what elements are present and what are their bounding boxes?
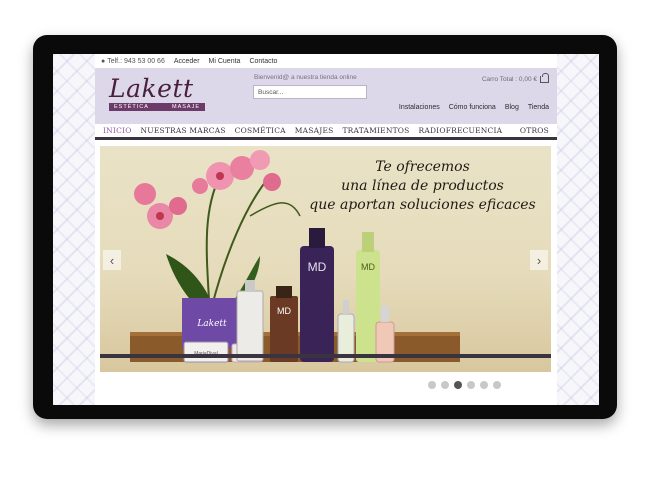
nav-item-otros[interactable]: OTROS bbox=[520, 126, 549, 135]
slider-next-button[interactable]: › bbox=[530, 250, 548, 270]
hero-slider: Lakett MariaDival MD MD MD bbox=[100, 146, 551, 372]
cart-summary[interactable]: Carro Total : 0,00 € bbox=[481, 73, 549, 83]
caption-line-1: Te ofrecemos bbox=[375, 159, 470, 175]
slide-caption: Te ofrecemos una línea de productos que … bbox=[300, 158, 545, 215]
nav-item-cosmetica[interactable]: COSMÉTICA bbox=[235, 126, 286, 135]
nav-item-radiofrecuencia[interactable]: RADIOFRECUENCIA bbox=[419, 126, 503, 135]
caption-line-2: una línea de productos bbox=[341, 178, 504, 194]
bottle-md-label-2: MD bbox=[308, 260, 327, 274]
site-header: Lakett ESTÉTICA MASAJE Bienvenid@ a nues… bbox=[95, 68, 557, 124]
nav-item-marcas[interactable]: NUESTRAS MARCAS bbox=[141, 126, 226, 135]
chevron-left-icon: ‹ bbox=[109, 252, 115, 268]
slider-dot[interactable] bbox=[454, 381, 462, 389]
link-como-funciona[interactable]: Cómo funciona bbox=[449, 104, 496, 111]
nav-item-inicio[interactable]: INICIO bbox=[103, 126, 132, 135]
background-pattern-right bbox=[557, 54, 599, 405]
cart-total: Carro Total : 0,00 € bbox=[481, 76, 537, 83]
slider-dot[interactable] bbox=[480, 381, 488, 389]
top-bar: ● Telf.: 943 53 00 66 Acceder Mi Cuenta … bbox=[95, 54, 557, 68]
slider-dots bbox=[428, 381, 501, 389]
link-instalaciones[interactable]: Instalaciones bbox=[399, 104, 440, 111]
slider-dot[interactable] bbox=[441, 381, 449, 389]
slider-bottom-bar bbox=[100, 354, 551, 358]
nav-item-tratamientos[interactable]: TRATAMIENTOS bbox=[342, 126, 409, 135]
slider-dot[interactable] bbox=[428, 381, 436, 389]
slider-dot[interactable] bbox=[467, 381, 475, 389]
logo-title: Lakett bbox=[109, 74, 194, 103]
basket-icon bbox=[540, 73, 549, 83]
phone-info: ● Telf.: 943 53 00 66 bbox=[101, 58, 165, 65]
phone-text: Telf.: 943 53 00 66 bbox=[107, 57, 165, 65]
logo-sub-left: ESTÉTICA bbox=[114, 104, 149, 110]
logo-sub-right: MASAJE bbox=[171, 104, 200, 110]
my-account-link[interactable]: Mi Cuenta bbox=[209, 58, 241, 65]
login-link[interactable]: Acceder bbox=[174, 58, 200, 65]
box-label: Lakett bbox=[196, 319, 227, 329]
header-links: Instalaciones Cómo funciona Blog Tienda bbox=[399, 104, 549, 111]
slider-prev-button[interactable]: ‹ bbox=[103, 250, 121, 270]
logo-subtitle: ESTÉTICA MASAJE bbox=[109, 103, 205, 111]
bottle-md-label-3: MD bbox=[361, 262, 375, 272]
link-blog[interactable]: Blog bbox=[505, 104, 519, 111]
github-icon: ● bbox=[101, 57, 106, 65]
logo[interactable]: Lakett ESTÉTICA MASAJE bbox=[109, 76, 207, 111]
browser-screen: ● Telf.: 943 53 00 66 Acceder Mi Cuenta … bbox=[53, 54, 599, 405]
page: ● Telf.: 943 53 00 66 Acceder Mi Cuenta … bbox=[95, 54, 557, 405]
main-nav: INICIO NUESTRAS MARCAS COSMÉTICA MASAJES… bbox=[95, 124, 557, 140]
search-input[interactable] bbox=[253, 85, 367, 99]
bottle-md-label-1: MD bbox=[277, 306, 291, 316]
welcome-text: Bienvenid@ a nuestra tienda online bbox=[254, 74, 357, 81]
link-tienda[interactable]: Tienda bbox=[528, 104, 549, 111]
background-pattern-left bbox=[53, 54, 95, 405]
slider-dot[interactable] bbox=[493, 381, 501, 389]
nav-item-masajes[interactable]: MASAJES bbox=[295, 126, 334, 135]
chevron-right-icon: › bbox=[536, 252, 542, 268]
contact-link[interactable]: Contacto bbox=[249, 58, 277, 65]
caption-line-3: que aportan soluciones eficaces bbox=[309, 197, 536, 213]
